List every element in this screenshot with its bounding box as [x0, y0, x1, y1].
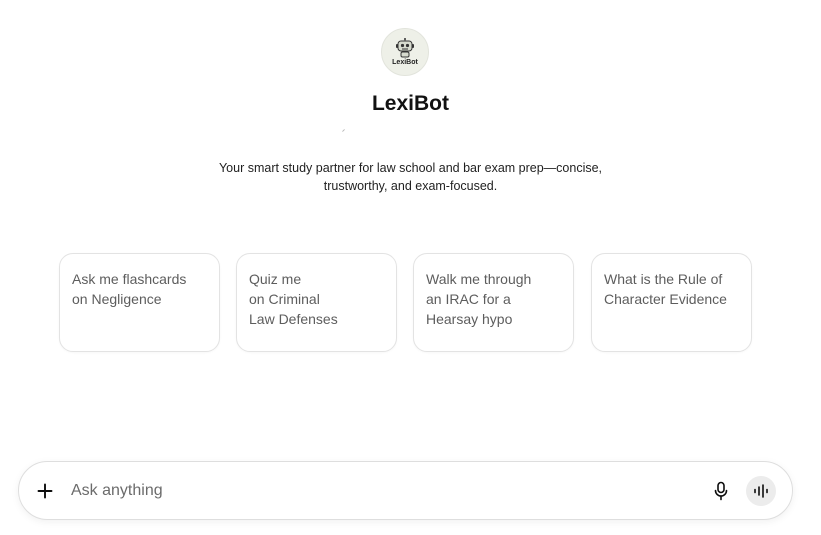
- voice-mode-button[interactable]: [746, 476, 776, 506]
- suggestion-text: Quiz me: [249, 271, 302, 287]
- suggestion-text: Ask me flashcards: [72, 271, 187, 287]
- suggestion-text: Character Evidence: [604, 291, 727, 307]
- message-input[interactable]: [71, 479, 631, 503]
- suggestion-text: Walk me through: [426, 271, 532, 287]
- suggestion-text: Hearsay hypo: [426, 311, 513, 327]
- suggestion-text: on Negligence: [72, 291, 162, 307]
- suggestion-text: on Criminal: [249, 291, 320, 307]
- bot-avatar: LexiBot: [381, 28, 429, 76]
- chat-home: LexiBot LexiBot Your smart study partner…: [0, 0, 821, 535]
- bot-name: LexiBot: [371, 92, 449, 115]
- plus-icon: [37, 483, 53, 499]
- dictate-button[interactable]: [709, 479, 733, 503]
- attach-button[interactable]: [33, 479, 57, 503]
- bot-description: Your smart study partner for law school …: [170, 159, 651, 195]
- suggestion-card-irac[interactable]: Walk me through an IRAC for a Hearsay hy…: [413, 253, 574, 352]
- robot-icon: [396, 37, 414, 57]
- suggestion-card-character-evidence[interactable]: What is the Rule of Character Evidence: [591, 253, 752, 352]
- divider-mark: [342, 129, 345, 132]
- suggestion-card-flashcards[interactable]: Ask me flashcards on Negligence: [59, 253, 220, 352]
- suggestion-card-quiz[interactable]: Quiz me on Criminal Law Defenses: [236, 253, 397, 352]
- suggestion-text: an IRAC for a: [426, 291, 511, 307]
- bot-description-line: Your smart study partner for law school …: [218, 161, 603, 175]
- bot-description-line: trustworthy, and exam-focused.: [323, 179, 498, 193]
- microphone-icon: [714, 481, 728, 501]
- suggestion-text: Law Defenses: [249, 311, 338, 327]
- avatar-label: LexiBot: [392, 58, 418, 66]
- suggestion-text: What is the Rule of: [604, 271, 723, 287]
- voice-mode-icon: [754, 484, 768, 498]
- message-composer: [18, 461, 793, 520]
